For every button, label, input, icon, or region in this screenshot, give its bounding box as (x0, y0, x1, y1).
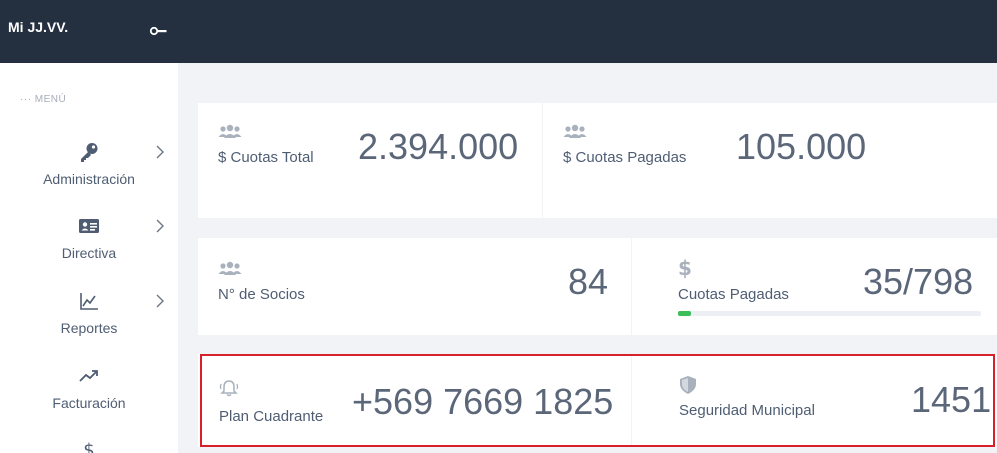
app-title[interactable]: Mi JJ.VV. (8, 19, 68, 35)
stat-value: 2.394.000 (358, 126, 519, 167)
dollar-icon: $ (678, 256, 692, 280)
cuotas-progress-fill (678, 311, 692, 316)
id-card-icon (79, 219, 99, 233)
sidebar-item-directiva[interactable]: Directiva (0, 215, 178, 290)
users-icon (218, 124, 242, 138)
key-icon (81, 143, 98, 162)
users-icon (563, 124, 587, 138)
sidebar: ··· MENÚ Administración Directiva Report… (0, 63, 178, 453)
sidebar-item-dollar[interactable]: $ (0, 439, 178, 453)
stat-value: 35/798 (863, 261, 974, 302)
brand-area: Mi JJ.VV. (0, 0, 178, 63)
sidebar-item-label: Facturación (52, 395, 126, 411)
users-icon (218, 261, 242, 275)
highlight-box (200, 354, 995, 447)
menu-section-label: ··· MENÚ (20, 94, 67, 105)
stat-value: 105.000 (736, 126, 867, 167)
chevron-right-icon (156, 145, 164, 159)
stat-label: $ Cuotas Total (218, 149, 314, 166)
chevron-right-icon (156, 294, 164, 308)
key-toggle-icon[interactable] (149, 24, 169, 38)
sidebar-item-label: Reportes (60, 320, 118, 336)
cuotas-progress-bar (678, 311, 981, 316)
top-bar (178, 0, 997, 63)
sidebar-item-label: Administración (43, 171, 135, 187)
sidebar-item-reportes[interactable]: Reportes (0, 290, 178, 365)
stat-value: 84 (568, 261, 609, 302)
stat-label: $ Cuotas Pagadas (563, 149, 687, 166)
dollar-icon: $ (83, 440, 94, 453)
chevron-right-icon (156, 219, 164, 233)
svg-text:$: $ (83, 440, 94, 453)
sidebar-item-administracion[interactable]: Administración (0, 141, 178, 216)
line-chart-icon (80, 293, 98, 310)
sidebar-item-facturacion[interactable]: Facturación (0, 365, 178, 440)
sidebar-item-label: Directiva (61, 245, 117, 261)
trend-up-icon (79, 370, 98, 382)
stat-label: Cuotas Pagadas (678, 286, 789, 303)
stat-label: N° de Socios (218, 286, 305, 303)
